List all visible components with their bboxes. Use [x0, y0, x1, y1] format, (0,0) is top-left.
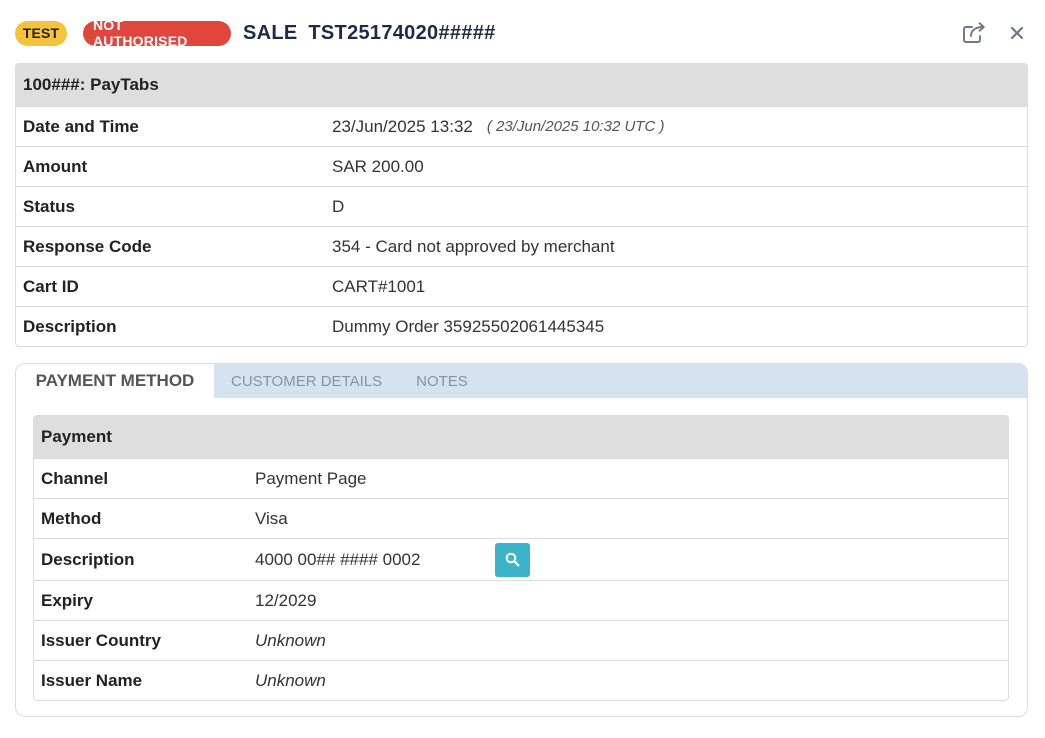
table-row: Date and Time 23/Jun/2025 13:32 ( 23/Jun…	[16, 106, 1027, 146]
table-row: Channel Payment Page	[34, 458, 1008, 498]
transaction-modal: TEST NOT AUTHORISED SALE TST25174020####…	[0, 0, 1045, 738]
response-code-value: 354 - Card not approved by merchant	[332, 236, 615, 256]
issuer-name-value: Unknown	[255, 670, 326, 690]
utc-time-value: ( 23/Jun/2025 10:32 UTC )	[486, 118, 665, 135]
status-value: D	[332, 196, 345, 216]
table-row: Expiry 12/2029	[34, 580, 1008, 620]
table-row: Issuer Country Unknown	[34, 620, 1008, 660]
row-label: Description	[23, 316, 117, 336]
amount-value: SAR 200.00	[332, 156, 424, 176]
modal-header: TEST NOT AUTHORISED SALE TST25174020####…	[15, 17, 1030, 49]
row-label: Description	[41, 549, 135, 569]
tab-customer-details[interactable]: CUSTOMER DETAILS	[214, 364, 399, 398]
method-value: Visa	[255, 508, 288, 528]
row-label: Cart ID	[23, 276, 79, 296]
card-lookup-button[interactable]	[495, 542, 530, 577]
row-label: Amount	[23, 156, 88, 176]
details-tabs-panel: PAYMENT METHOD CUSTOMER DETAILS NOTES Pa…	[15, 363, 1028, 717]
table-row: Description Dummy Order 3592550206144534…	[16, 306, 1027, 346]
table-row: Amount SAR 200.00	[16, 146, 1027, 186]
transaction-summary-table: 100###: PayTabs Date and Time 23/Jun/202…	[15, 63, 1028, 347]
row-label: Channel	[41, 468, 109, 488]
cart-id-value: CART#1001	[332, 276, 426, 296]
merchant-heading: 100###: PayTabs	[23, 75, 159, 94]
row-label: Issuer Name	[41, 670, 143, 690]
table-row: Response Code 354 - Card not approved by…	[16, 226, 1027, 266]
test-badge: TEST	[15, 20, 67, 46]
expiry-value: 12/2029	[255, 590, 317, 610]
table-row: Method Visa	[34, 498, 1008, 538]
page-title: SALE TST25174020#####	[243, 21, 496, 44]
row-label: Issuer Country	[41, 630, 161, 650]
row-label: Expiry	[41, 590, 93, 610]
tab-bar: PAYMENT METHOD CUSTOMER DETAILS NOTES	[16, 364, 1027, 398]
status-badge: NOT AUTHORISED	[83, 17, 231, 49]
card-number-value: 4000 00## #### 0002	[255, 549, 421, 569]
tab-notes[interactable]: NOTES	[399, 364, 485, 398]
share-icon[interactable]	[962, 20, 988, 46]
row-label: Response Code	[23, 236, 152, 256]
row-label: Date and Time	[23, 116, 139, 136]
issuer-country-value: Unknown	[255, 630, 326, 650]
close-icon[interactable]	[1004, 20, 1030, 46]
payment-heading: Payment	[41, 427, 112, 446]
tab-payment-method[interactable]: PAYMENT METHOD	[16, 364, 214, 398]
header-actions	[962, 20, 1030, 46]
table-row: Description 4000 00## #### 0002	[34, 538, 1008, 580]
row-label: Method	[41, 508, 102, 528]
table-row: Cart ID CART#1001	[16, 266, 1027, 306]
search-icon	[505, 552, 520, 567]
summary-heading-row: 100###: PayTabs	[16, 64, 1027, 106]
date-time-value: 23/Jun/2025 13:32	[332, 116, 473, 136]
payment-method-table: Payment Channel Payment Page Method Visa…	[33, 415, 1009, 701]
channel-value: Payment Page	[255, 468, 367, 488]
table-row: Status D	[16, 186, 1027, 226]
description-value: Dummy Order 35925502061445345	[332, 316, 605, 336]
table-row: Issuer Name Unknown	[34, 660, 1008, 700]
row-label: Status	[23, 196, 75, 216]
payment-heading-row: Payment	[34, 416, 1008, 458]
